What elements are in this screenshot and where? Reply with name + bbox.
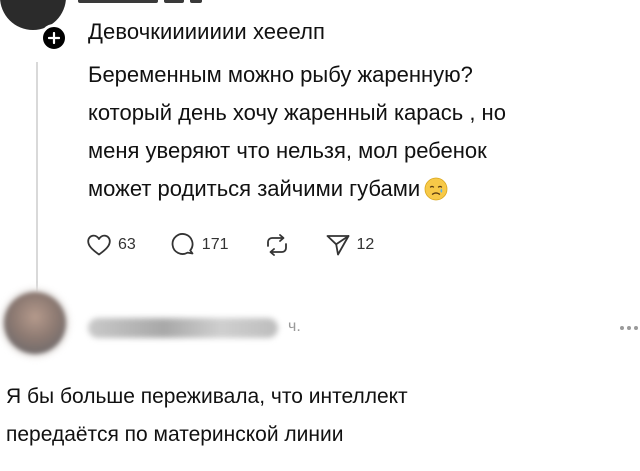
reply-content: Я бы больше переживала, что интеллект пе… [6, 378, 626, 454]
reply-author-name-blurred[interactable] [88, 318, 278, 338]
like-count: 63 [118, 236, 136, 253]
more-dots-icon [620, 326, 638, 330]
crying-face-emoji-icon [424, 177, 448, 201]
reply-body-line: передаётся по материнской линии [6, 423, 344, 446]
more-options-button[interactable] [618, 318, 640, 338]
thread-connector-line [36, 62, 38, 292]
comment-bubble-icon [171, 233, 194, 255]
share-button[interactable]: 12 [325, 233, 375, 257]
post-content: Девочкиииииии хееелп Беременным можно ры… [88, 16, 628, 208]
post-body: Беременным можно рыбу жаренную? который … [88, 56, 628, 208]
repost-button[interactable] [263, 233, 291, 257]
reply-timestamp: ч. [288, 318, 301, 335]
heart-icon [87, 234, 111, 256]
repost-icon [266, 234, 287, 256]
post-body-line: Беременным можно рыбу жаренную? [88, 62, 473, 87]
comment-count: 171 [201, 236, 229, 253]
like-button[interactable]: 63 [86, 233, 136, 257]
post-body-line: меня уверяют что нельзя, мол ребенок [88, 138, 487, 163]
follow-plus-button[interactable] [40, 24, 68, 52]
post-body-line-last: может родиться зайчими губами [88, 170, 628, 208]
reply-author-avatar[interactable] [4, 292, 66, 354]
threads-screen: Девочкиииииии хееелп Беременным можно ры… [0, 0, 640, 471]
share-count: 12 [356, 236, 375, 253]
post-body-line: который день хочу жаренный карась , но [88, 100, 506, 125]
post-actions-bar: 63 171 12 [86, 230, 408, 260]
author-name-cropped [78, 0, 248, 6]
plus-icon [48, 32, 60, 44]
post-title: Девочкиииииии хееелп [88, 19, 326, 44]
comment-button[interactable]: 171 [170, 232, 229, 258]
reply-body-line: Я бы больше переживала, что интеллект [6, 385, 408, 408]
post-body-line-text: может родиться зайчими губами [88, 176, 421, 201]
send-paper-plane-icon [326, 235, 349, 256]
